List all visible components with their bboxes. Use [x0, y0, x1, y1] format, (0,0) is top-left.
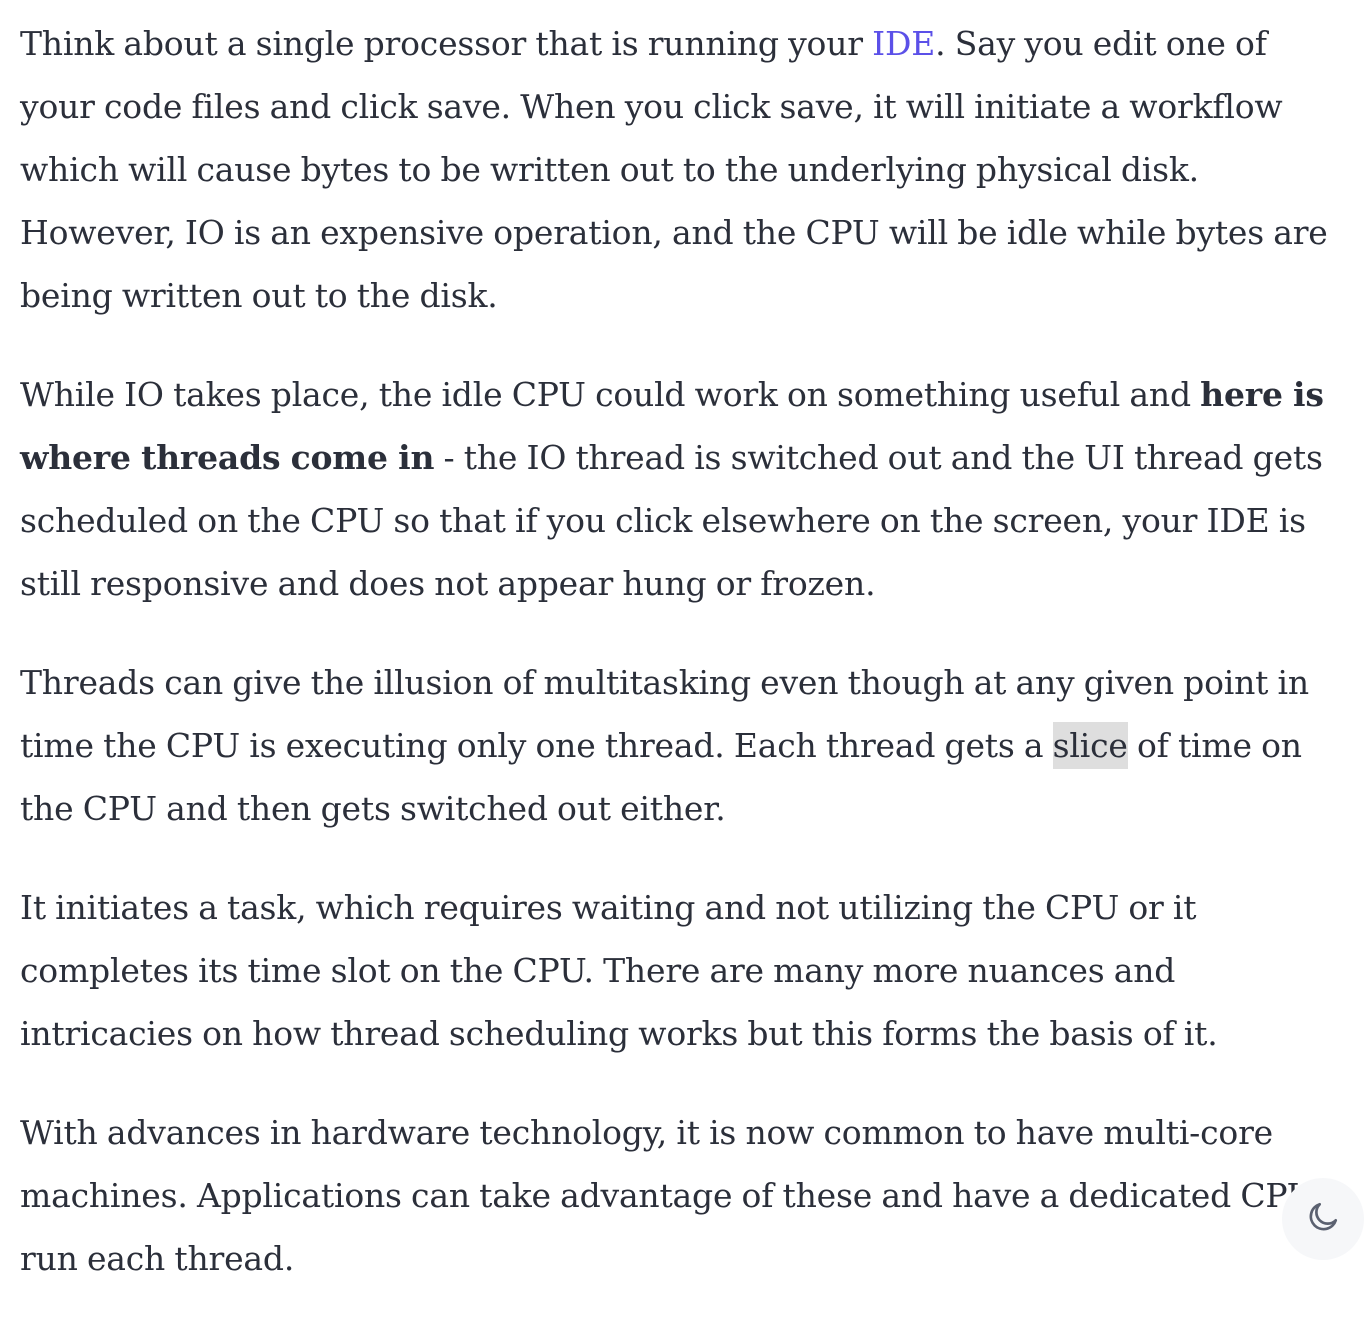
paragraph-2-text-start: While IO takes place, the idle CPU could… — [20, 375, 1201, 414]
article-body: Think about a single processor that is r… — [20, 12, 1340, 1326]
paragraph-4: It initiates a task, which requires wait… — [20, 888, 1218, 1053]
ide-link[interactable]: IDE — [872, 24, 935, 63]
paragraph-1: Think about a single processor that is r… — [20, 12, 1340, 327]
paragraph-1-text-start: Think about a single processor that is r… — [20, 24, 873, 63]
paragraph-5: With advances in hardware technology, it… — [20, 1113, 1315, 1278]
highlighted-word-slice: slice — [1052, 722, 1128, 769]
theme-toggle-button[interactable] — [1282, 1178, 1364, 1260]
paragraph-2: While IO takes place, the idle CPU could… — [20, 363, 1340, 615]
paragraph-1-text-end: . Say you edit one of your code files an… — [20, 24, 1328, 315]
paragraph-3: Threads can give the illusion of multita… — [20, 651, 1340, 840]
moon-icon — [1305, 1199, 1341, 1239]
